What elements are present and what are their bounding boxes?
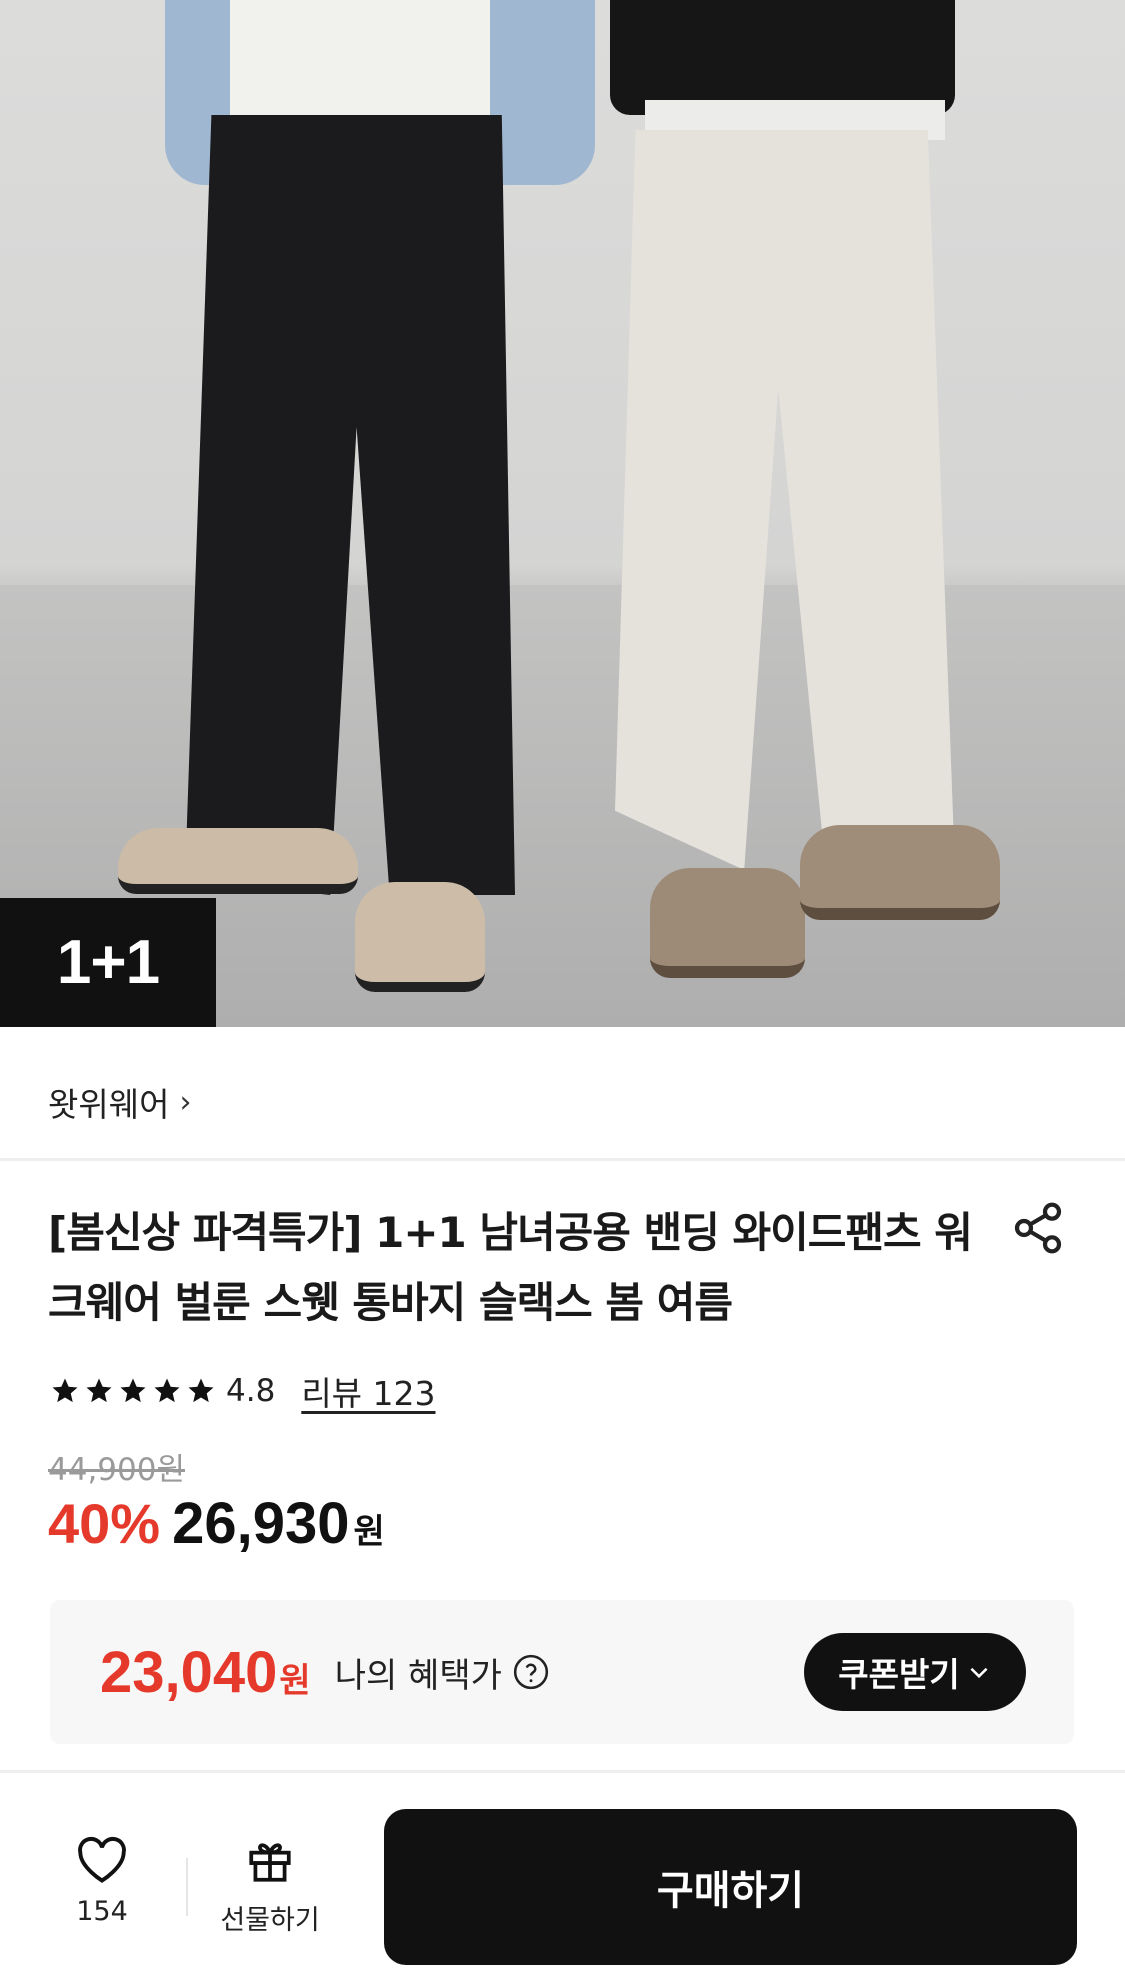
gift-label: 선물하기: [220, 1905, 320, 1936]
discount-rate: 40%: [48, 1492, 161, 1555]
sale-price: 26,930: [172, 1491, 350, 1556]
right-shoe-2: [800, 825, 1000, 920]
benefit-currency: 원: [279, 1660, 311, 1701]
one-plus-one-badge: 1+1: [0, 898, 216, 1027]
chevron-right-icon: ›: [179, 1084, 192, 1120]
star-icon: [52, 1378, 78, 1403]
bottom-bar-separator: [186, 1858, 188, 1916]
product-title: [봄신상 파격특가] 1+1 남녀공용 밴딩 와이드팬츠 워크웨어 벌룬 스웻 …: [48, 1208, 973, 1327]
star-rating: [50, 1376, 216, 1406]
black-vest: [610, 0, 955, 115]
rating-row: 4.8 리뷰 123: [50, 1368, 436, 1414]
star-icon: [188, 1378, 214, 1403]
like-button[interactable]: 154: [62, 1836, 142, 1927]
rating-value: 4.8: [226, 1373, 276, 1409]
original-price: 44,900원: [48, 1452, 185, 1488]
gift-icon: [249, 1843, 291, 1882]
share-icon[interactable]: [1010, 1200, 1066, 1256]
question-circle-icon[interactable]: [512, 1653, 550, 1691]
coupon-button-label: 쿠폰받기: [838, 1655, 960, 1694]
right-shoe-1: [650, 868, 805, 978]
bottom-bar-divider: [0, 1770, 1125, 1773]
seller-name: 왓위웨어: [48, 1085, 170, 1124]
benefit-price: 23,040: [100, 1639, 278, 1705]
seller-link[interactable]: 왓위웨어 ›: [48, 1078, 191, 1126]
buy-button[interactable]: 구매하기: [384, 1809, 1077, 1965]
left-shoe-1: [118, 828, 358, 894]
section-divider: [0, 1158, 1125, 1161]
like-count: 154: [76, 1896, 128, 1927]
currency-unit: 원: [353, 1512, 385, 1552]
gift-button[interactable]: 선물하기: [210, 1836, 330, 1937]
product-image[interactable]: 1+1: [0, 0, 1125, 1027]
heart-icon: [78, 1837, 126, 1883]
benefit-label: 나의 혜택가: [334, 1655, 502, 1696]
sale-price-row: 40% 26,930 원: [48, 1490, 385, 1557]
review-link[interactable]: 리뷰 123: [301, 1367, 435, 1415]
coupon-button[interactable]: 쿠폰받기: [804, 1633, 1026, 1711]
benefit-box: 23,040 원 나의 혜택가 쿠폰받기: [50, 1600, 1074, 1744]
star-icon: [120, 1378, 146, 1403]
left-shoe-2: [355, 882, 485, 992]
star-icon: [86, 1378, 112, 1403]
star-icon: [154, 1378, 180, 1403]
chevron-down-icon: [970, 1667, 988, 1679]
